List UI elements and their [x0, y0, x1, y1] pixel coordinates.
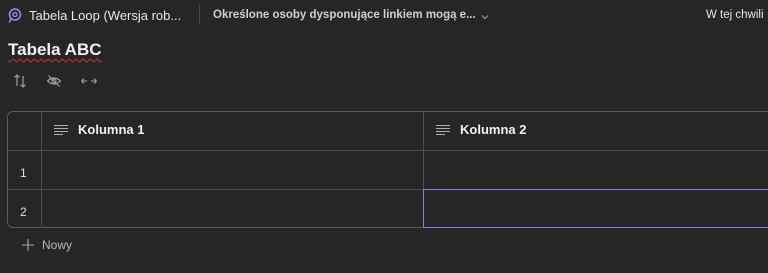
- row-number[interactable]: 1: [20, 166, 27, 180]
- text-lines-icon: [436, 124, 450, 135]
- page-title[interactable]: Tabela ABC: [8, 40, 102, 60]
- plus-icon: [22, 239, 34, 251]
- column-width-icon: [81, 78, 97, 84]
- column-width-button[interactable]: [80, 72, 98, 90]
- sort-icon: [14, 74, 26, 88]
- sort-button[interactable]: [11, 72, 29, 90]
- save-status-text: W tej chwili: [706, 9, 764, 21]
- hide-icon: [46, 75, 62, 87]
- add-row-button[interactable]: Nowy: [21, 238, 72, 252]
- chevron-down-icon[interactable]: [480, 9, 490, 20]
- share-permissions-text[interactable]: Określone osoby dysponujące linkiem mogą…: [213, 9, 476, 21]
- hide-button[interactable]: [45, 72, 63, 90]
- column-header-label: Kolumna 1: [78, 122, 145, 137]
- document-title[interactable]: Tabela Loop (Wersja rob...: [29, 8, 181, 23]
- table-cell[interactable]: [424, 151, 768, 189]
- column-header-2[interactable]: Kolumna 2: [436, 122, 526, 137]
- loop-app-icon: [7, 7, 23, 23]
- row-number[interactable]: 2: [20, 205, 27, 219]
- top-bar: Tabela Loop (Wersja rob... Określone oso…: [0, 0, 768, 32]
- table-cell[interactable]: [42, 151, 423, 189]
- column-header-1[interactable]: Kolumna 1: [54, 122, 144, 137]
- page-title-text: Tabela ABC: [8, 40, 102, 59]
- table-cell-selected[interactable]: [423, 189, 768, 228]
- table-cell[interactable]: [42, 190, 423, 228]
- topbar-divider: [199, 5, 200, 25]
- text-lines-icon: [54, 124, 68, 135]
- add-row-label: Nowy: [42, 238, 73, 252]
- column-header-label: Kolumna 2: [460, 122, 527, 137]
